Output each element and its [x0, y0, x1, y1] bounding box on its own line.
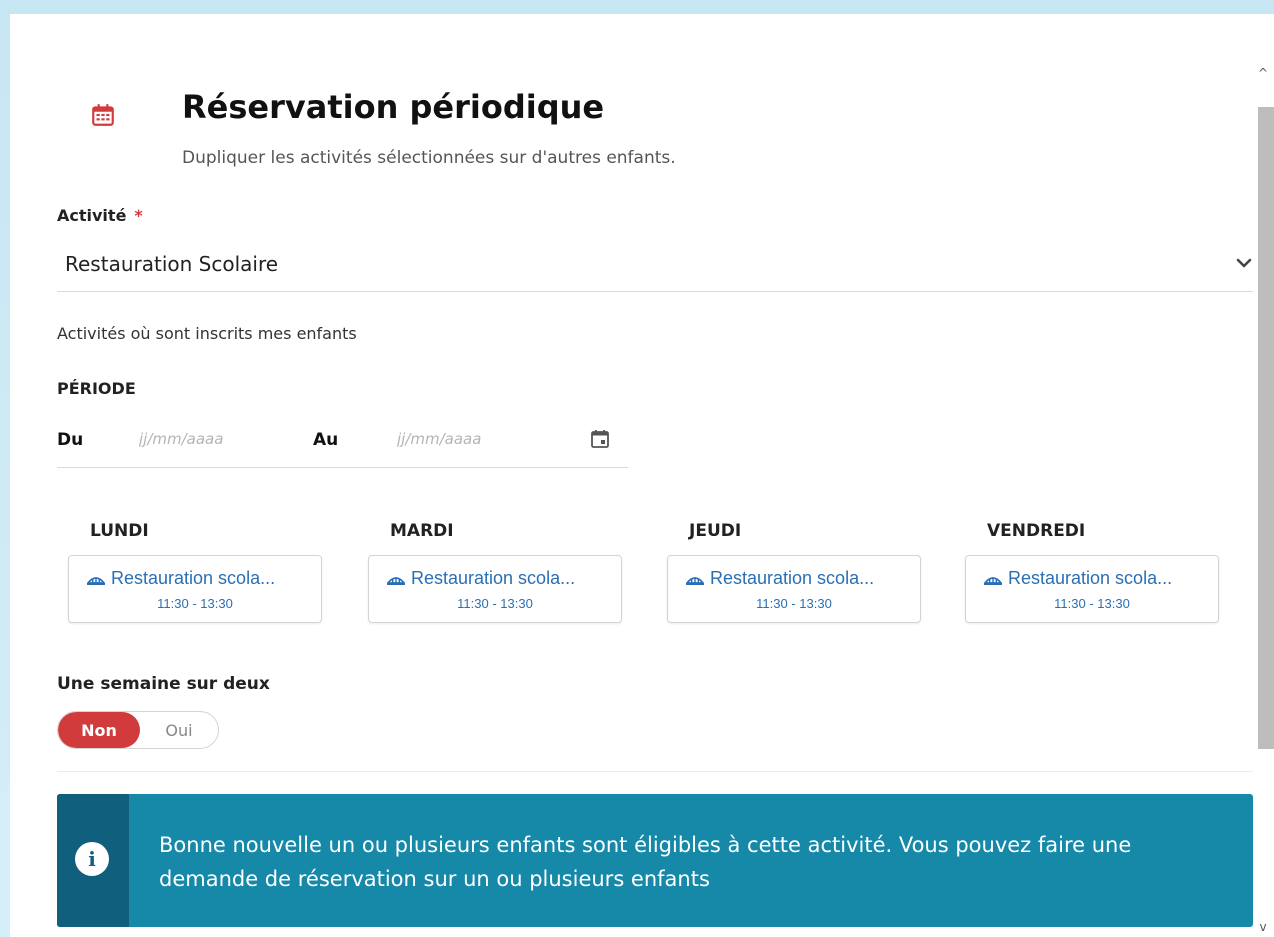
day-activity-card[interactable]: Restauration scola... 11:30 - 13:30: [667, 555, 921, 623]
activity-label-text: Activité: [57, 206, 127, 225]
activity-hint: Activités où sont inscrits mes enfants: [57, 324, 357, 343]
info-strip: i: [57, 794, 129, 927]
alternate-week-label: Une semaine sur deux: [57, 674, 270, 694]
activity-field-label: Activité *: [57, 206, 143, 225]
page-subtitle: Dupliquer les activités sélectionnées su…: [182, 148, 676, 168]
card-activity: Restauration scola...: [686, 568, 874, 589]
scroll-down-icon[interactable]: v: [1256, 920, 1270, 934]
day-activity-card[interactable]: Restauration scola... 11:30 - 13:30: [368, 555, 622, 623]
day-column-lundi: LUNDI Restauration scola... 11:30 - 13:3…: [68, 521, 322, 623]
info-banner: i Bonne nouvelle un ou plusieurs enfants…: [57, 794, 1253, 927]
card-activity: Restauration scola...: [87, 568, 275, 589]
from-date-input[interactable]: [139, 426, 289, 452]
toggle-option-non[interactable]: Non: [58, 712, 140, 748]
to-label: Au: [313, 430, 339, 450]
calendar-icon: [92, 104, 114, 126]
from-label: Du: [57, 430, 84, 450]
card-time: 11:30 - 13:30: [756, 596, 832, 611]
restaurant-icon: [686, 576, 704, 585]
info-icon: i: [75, 842, 109, 876]
card-activity-label: Restauration scola...: [1008, 568, 1173, 588]
date-picker-icon[interactable]: [589, 428, 611, 450]
card-activity-label: Restauration scola...: [411, 568, 576, 588]
card-time: 11:30 - 13:30: [457, 596, 533, 611]
day-name: MARDI: [390, 521, 454, 541]
restaurant-icon: [984, 576, 1002, 585]
day-activity-card[interactable]: Restauration scola... 11:30 - 13:30: [68, 555, 322, 623]
card-time: 11:30 - 13:30: [157, 596, 233, 611]
day-column-jeudi: JEUDI Restauration scola... 11:30 - 13:3…: [667, 521, 921, 623]
period-range: Du Au: [57, 414, 628, 468]
alternate-week-toggle[interactable]: Non Oui: [57, 711, 219, 749]
day-column-mardi: MARDI Restauration scola... 11:30 - 13:3…: [368, 521, 622, 623]
scroll-up-icon[interactable]: ^: [1256, 66, 1270, 80]
restaurant-icon: [87, 576, 105, 585]
card-activity-label: Restauration scola...: [111, 568, 276, 588]
required-marker: *: [134, 206, 143, 225]
activity-select-value: Restauration Scolaire: [65, 252, 279, 276]
period-section-label: PÉRIODE: [57, 379, 136, 398]
card-time: 11:30 - 13:30: [1054, 596, 1130, 611]
card-activity: Restauration scola...: [387, 568, 575, 589]
restaurant-icon: [387, 576, 405, 585]
day-name: JEUDI: [689, 521, 742, 541]
divider: [57, 771, 1253, 772]
scrollbar-thumb[interactable]: [1258, 107, 1274, 749]
page-title: Réservation périodique: [182, 88, 605, 126]
info-message: Bonne nouvelle un ou plusieurs enfants s…: [159, 833, 1132, 891]
day-activity-card[interactable]: Restauration scola... 11:30 - 13:30: [965, 555, 1219, 623]
chevron-down-icon: [1236, 258, 1252, 268]
activity-select[interactable]: Restauration Scolaire: [57, 242, 1253, 292]
card-activity: Restauration scola...: [984, 568, 1172, 589]
day-name: VENDREDI: [987, 521, 1086, 541]
to-date-input[interactable]: [397, 426, 547, 452]
toggle-option-oui[interactable]: Oui: [140, 712, 218, 748]
card-activity-label: Restauration scola...: [710, 568, 875, 588]
day-column-vendredi: VENDREDI Restauration scola... 11:30 - 1…: [965, 521, 1219, 623]
day-name: LUNDI: [90, 521, 149, 541]
reservation-panel: Réservation périodique Dupliquer les act…: [10, 14, 1274, 937]
